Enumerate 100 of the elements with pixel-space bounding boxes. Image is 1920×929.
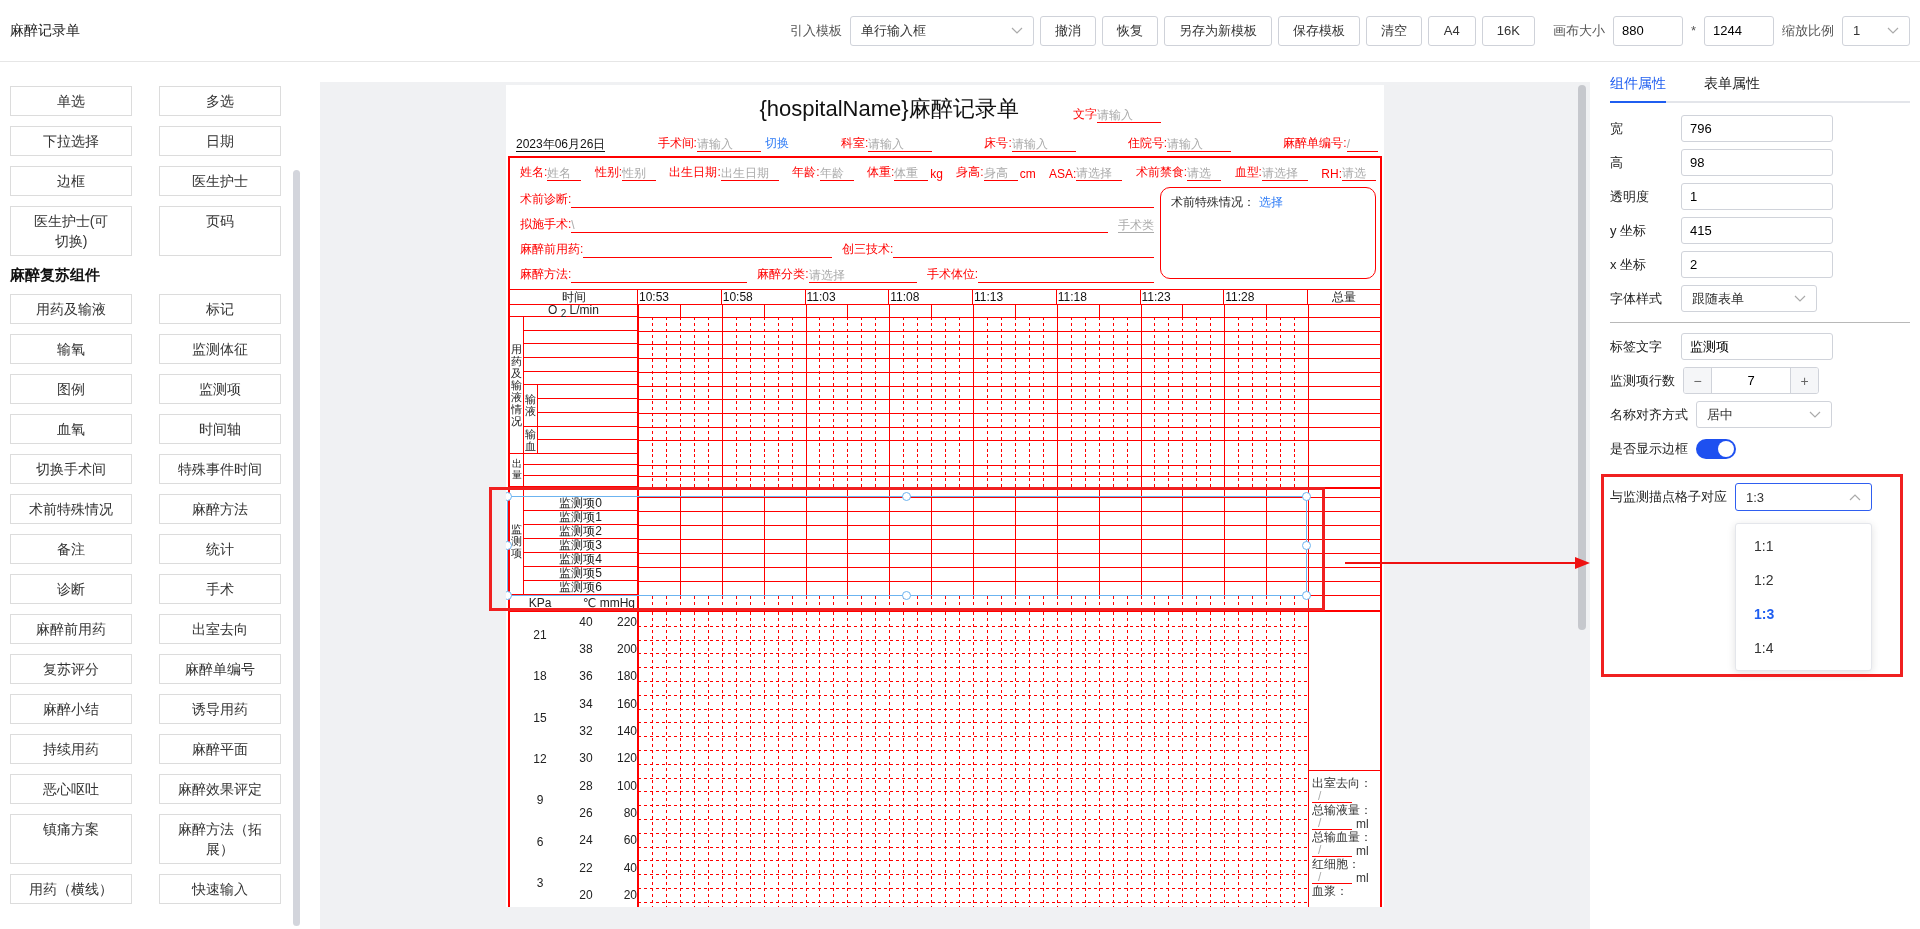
- component-button[interactable]: 术前特殊情况: [10, 494, 132, 524]
- dropdown-option[interactable]: 1:2: [1736, 563, 1871, 597]
- toolbar-button[interactable]: 清空: [1365, 15, 1422, 46]
- select-field[interactable]: 1:3: [1735, 483, 1872, 511]
- resize-handle[interactable]: [1302, 590, 1311, 600]
- component-button[interactable]: 手术: [159, 574, 281, 604]
- canvas-size-label: 画布大小: [1552, 21, 1605, 40]
- dropdown-option[interactable]: 1:1: [1736, 529, 1871, 563]
- component-button[interactable]: 图例: [10, 374, 132, 404]
- component-button[interactable]: 复苏评分: [10, 654, 132, 684]
- resize-handle[interactable]: [506, 491, 512, 501]
- toolbar-button[interactable]: 16K: [1481, 15, 1535, 46]
- toolbar-button[interactable]: 另存为新模板: [1163, 15, 1272, 46]
- text-input[interactable]: 监测项: [1681, 333, 1833, 360]
- tab[interactable]: 组件属性: [1610, 63, 1666, 103]
- component-button[interactable]: 下拉选择: [10, 126, 132, 156]
- text-input[interactable]: 415: [1681, 217, 1833, 244]
- component-button[interactable]: 统计: [159, 534, 281, 564]
- component-button[interactable]: 快速输入: [159, 874, 281, 904]
- component-button[interactable]: 时间轴: [159, 414, 281, 444]
- component-button[interactable]: 用药（横线）: [10, 874, 132, 904]
- component-button[interactable]: 单选: [10, 86, 132, 116]
- toolbar-button[interactable]: A4: [1427, 15, 1476, 46]
- field-label: 是否显示边框: [1610, 439, 1688, 458]
- resize-handle[interactable]: [902, 590, 911, 600]
- component-button[interactable]: 页码: [159, 206, 281, 256]
- component-button[interactable]: 血氧: [10, 414, 132, 444]
- axis-value: 40: [622, 860, 637, 877]
- component-button[interactable]: 标记: [159, 294, 281, 324]
- toggle-switch[interactable]: [1696, 438, 1736, 459]
- component-button[interactable]: 切换手术间: [10, 454, 132, 484]
- text-input[interactable]: 1: [1681, 183, 1833, 210]
- canvas-height-input[interactable]: 1244: [1704, 15, 1774, 46]
- field-label: 出室去向：: [1312, 775, 1373, 790]
- axis-value: 20: [578, 887, 594, 904]
- resize-handle[interactable]: [1302, 491, 1311, 501]
- number-input[interactable]: 7: [1711, 368, 1791, 393]
- switch-link[interactable]: 切换: [764, 135, 789, 152]
- component-button[interactable]: 镇痛方案: [10, 814, 132, 864]
- component-button[interactable]: 用药及输液: [10, 294, 132, 324]
- dropdown-option[interactable]: 1:3: [1736, 597, 1871, 631]
- dropdown-option[interactable]: 1:4: [1736, 631, 1871, 665]
- axis-value: 60: [622, 833, 637, 850]
- resize-handle[interactable]: [1302, 540, 1311, 550]
- component-button[interactable]: 日期: [159, 126, 281, 156]
- component-button[interactable]: 边框: [10, 166, 132, 196]
- zoom-select[interactable]: 1: [1842, 15, 1910, 46]
- component-button[interactable]: 持续用药: [10, 734, 132, 764]
- field-label: 床号:: [984, 135, 1012, 152]
- component-button[interactable]: 备注: [10, 534, 132, 564]
- component-button[interactable]: 多选: [159, 86, 281, 116]
- component-button[interactable]: 诱导用药: [159, 694, 281, 724]
- time-label: 11:08: [889, 290, 973, 304]
- axis-value: 100: [615, 778, 637, 795]
- time-label: 11:18: [1056, 290, 1141, 304]
- text-input[interactable]: 796: [1681, 115, 1833, 142]
- component-button[interactable]: 监测体征: [159, 334, 281, 364]
- minus-button[interactable]: −: [1684, 368, 1711, 393]
- component-button[interactable]: 麻醉平面: [159, 734, 281, 764]
- field-label: 总输液量：: [1312, 802, 1373, 817]
- resize-handle[interactable]: [902, 491, 911, 501]
- select-field[interactable]: 居中: [1696, 401, 1832, 428]
- field-label: 体重:: [866, 164, 895, 181]
- text-input[interactable]: 98: [1681, 149, 1833, 176]
- component-button[interactable]: 麻醉效果评定: [159, 774, 281, 804]
- component-button[interactable]: 特殊事件时间: [159, 454, 281, 484]
- component-button[interactable]: 麻醉单编号: [159, 654, 281, 684]
- component-button[interactable]: 麻醉前用药: [10, 614, 132, 644]
- component-button[interactable]: 医生护士: [159, 166, 281, 196]
- select-field[interactable]: 跟随表单: [1681, 285, 1817, 312]
- tab[interactable]: 表单属性: [1704, 63, 1760, 103]
- field-label: 麻醉方法:: [520, 266, 572, 283]
- field-label: ASA:: [1049, 167, 1077, 181]
- app-title: 麻醉记录单: [10, 21, 80, 40]
- time-label: 11:28: [1224, 290, 1308, 304]
- toolbar-button[interactable]: 保存模板: [1277, 15, 1360, 46]
- text-input[interactable]: 2: [1681, 251, 1833, 278]
- component-button[interactable]: 诊断: [10, 574, 132, 604]
- toolbar-button[interactable]: 撤消: [1039, 15, 1096, 46]
- resize-handle[interactable]: [506, 540, 512, 550]
- toolbar-button[interactable]: 恢复: [1101, 15, 1158, 46]
- row-label: 监测项1: [524, 510, 638, 525]
- select-link[interactable]: 选择: [1259, 195, 1283, 209]
- plus-button[interactable]: +: [1791, 368, 1818, 393]
- axis-label: KPa: [527, 595, 553, 610]
- number-stepper[interactable]: − 7 +: [1683, 367, 1819, 394]
- component-button[interactable]: 医生护士(可切换): [10, 206, 132, 256]
- template-select[interactable]: 单行输入框: [849, 15, 1034, 46]
- component-button[interactable]: 麻醉方法（拓展）: [159, 814, 281, 864]
- scrollbar[interactable]: [1578, 85, 1586, 630]
- component-button[interactable]: 出室去向: [159, 614, 281, 644]
- component-button[interactable]: 麻醉方法: [159, 494, 281, 524]
- resize-handle[interactable]: [506, 590, 512, 600]
- component-button[interactable]: 输氧: [10, 334, 132, 364]
- component-button[interactable]: 监测项: [159, 374, 281, 404]
- canvas-width-input[interactable]: 880: [1612, 15, 1683, 46]
- scrollbar[interactable]: [293, 170, 300, 926]
- component-button[interactable]: 麻醉小结: [10, 694, 132, 724]
- row-label: 监测项3: [524, 538, 638, 553]
- component-button[interactable]: 恶心呕吐: [10, 774, 132, 804]
